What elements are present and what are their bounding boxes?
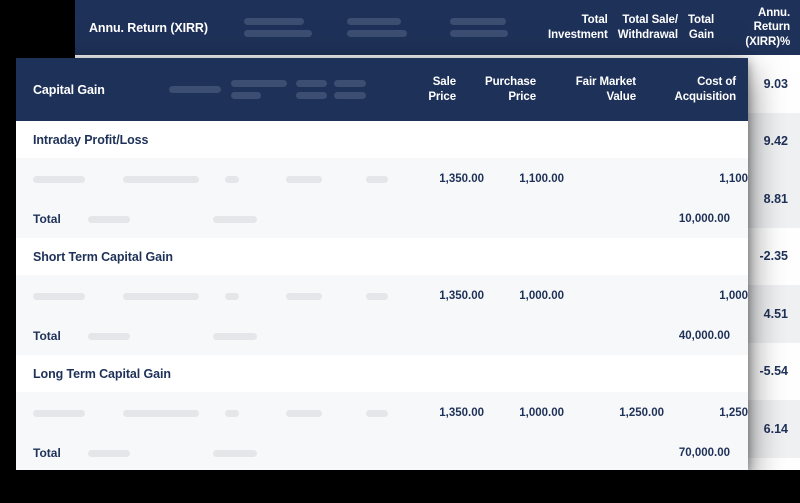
section-title-short-term: Short Term Capital Gain bbox=[16, 238, 748, 275]
column-total-investment: Total Investment bbox=[548, 13, 618, 42]
placeholder-cell bbox=[286, 410, 366, 417]
column-capital-gain: Capital Gain bbox=[736, 75, 748, 104]
placeholder-group-1 bbox=[239, 18, 342, 37]
placeholder-cell bbox=[366, 293, 422, 300]
cell-purchase-price: 1,000.00 bbox=[484, 407, 564, 419]
total-label: Total bbox=[33, 212, 88, 226]
placeholder-cell bbox=[123, 410, 225, 417]
placeholder-bar bbox=[296, 80, 327, 87]
capital-gain-body: Intraday Profit/Loss 1,350.00 1,100.00 1… bbox=[16, 121, 748, 470]
placeholder-cell bbox=[123, 176, 225, 183]
column-cost-of-acquisition: Cost of Acquisition bbox=[636, 75, 736, 104]
placeholder-cell bbox=[33, 176, 123, 183]
placeholder-cell bbox=[286, 176, 366, 183]
placeholder-cell bbox=[33, 293, 123, 300]
placeholder-cell bbox=[33, 410, 123, 417]
placeholder-group-2 bbox=[231, 80, 296, 99]
card-title: Capital Gain bbox=[33, 83, 169, 97]
placeholder-bar bbox=[347, 30, 407, 37]
table-row: 1,350.00 1,000.00 1,250.00 1,250.00 70,0… bbox=[16, 392, 748, 434]
column-fair-market-value: Fair Market Value bbox=[536, 75, 636, 104]
total-label: Total bbox=[33, 329, 88, 343]
placeholder-cell bbox=[88, 216, 213, 223]
cell-sale-price: 1,350.00 bbox=[422, 407, 484, 419]
column-total-gain: Total Gain bbox=[688, 13, 724, 42]
cell-cost-of-acquisition: 1,250.00 bbox=[664, 407, 748, 419]
placeholder-group-2 bbox=[342, 18, 445, 37]
total-row: Total 40,000.00 bbox=[16, 317, 748, 355]
cell-cost-of-acquisition: 1,000.00 bbox=[664, 290, 748, 302]
total-capital-gain: 40,000.00 bbox=[670, 330, 748, 342]
placeholder-cell bbox=[225, 176, 286, 183]
column-total-sale-withdrawal: Total Sale/ Withdrawal bbox=[618, 13, 688, 42]
placeholder-bar bbox=[231, 80, 287, 87]
placeholder-cell bbox=[366, 176, 422, 183]
placeholder-bar bbox=[244, 30, 312, 37]
column-sale-price: Sale Price bbox=[394, 75, 456, 104]
column-purchase-price: Purchase Price bbox=[456, 75, 536, 104]
total-label: Total bbox=[33, 446, 88, 460]
placeholder-bar bbox=[347, 18, 401, 25]
placeholder-group-4 bbox=[334, 80, 394, 99]
background-table-header: Annu. Return (XIRR) Total Investment Tot… bbox=[75, 0, 800, 55]
placeholder-cell bbox=[213, 450, 389, 457]
placeholder-cell bbox=[213, 216, 389, 223]
cell-sale-price: 1,350.00 bbox=[422, 290, 484, 302]
placeholder-group-3 bbox=[296, 80, 334, 99]
total-capital-gain: 10,000.00 bbox=[670, 213, 748, 225]
placeholder-cell bbox=[286, 293, 366, 300]
table-row: 1,350.00 1,100.00 1,100.00 10,000.00 bbox=[16, 158, 748, 200]
total-row: Total 10,000.00 bbox=[16, 200, 748, 238]
placeholder-bar bbox=[231, 92, 261, 99]
capital-gain-card: Capital Gain Sale Price Purchase Price F… bbox=[16, 58, 748, 470]
section-title-long-term: Long Term Capital Gain bbox=[16, 355, 748, 392]
placeholder-bar bbox=[244, 18, 304, 25]
placeholder-bar bbox=[450, 30, 508, 37]
placeholder-bar bbox=[450, 18, 506, 25]
placeholder-cell bbox=[366, 410, 422, 417]
placeholder-cell bbox=[88, 333, 213, 340]
placeholder-bar bbox=[334, 92, 366, 99]
placeholder-group-3 bbox=[445, 18, 548, 37]
total-capital-gain: 70,000.00 bbox=[670, 447, 748, 459]
cell-cost-of-acquisition: 1,100.00 bbox=[664, 173, 748, 185]
column-annu-return-xirr-pct: Annu. Return (XIRR)% bbox=[724, 6, 800, 49]
table-row: 1,350.00 1,000.00 1,000.00 40,000.00 bbox=[16, 275, 748, 317]
placeholder-bar bbox=[296, 92, 327, 99]
cell-sale-price: 1,350.00 bbox=[422, 173, 484, 185]
background-table-title: Annu. Return (XIRR) bbox=[89, 21, 239, 35]
cell-purchase-price: 1,100.00 bbox=[484, 173, 564, 185]
cell-fair-market-value: 1,250.00 bbox=[564, 407, 664, 419]
placeholder-bar bbox=[334, 80, 366, 87]
placeholder-cell bbox=[123, 293, 225, 300]
placeholder-bar bbox=[169, 86, 221, 93]
placeholder-cell bbox=[225, 293, 286, 300]
placeholder-cell bbox=[213, 333, 389, 340]
placeholder-cell bbox=[88, 450, 213, 457]
total-row: Total 70,000.00 bbox=[16, 434, 748, 470]
placeholder-group-1 bbox=[169, 86, 231, 93]
section-title-intraday: Intraday Profit/Loss bbox=[16, 121, 748, 158]
cell-purchase-price: 1,000.00 bbox=[484, 290, 564, 302]
capital-gain-header: Capital Gain Sale Price Purchase Price F… bbox=[16, 58, 748, 121]
placeholder-cell bbox=[225, 410, 286, 417]
